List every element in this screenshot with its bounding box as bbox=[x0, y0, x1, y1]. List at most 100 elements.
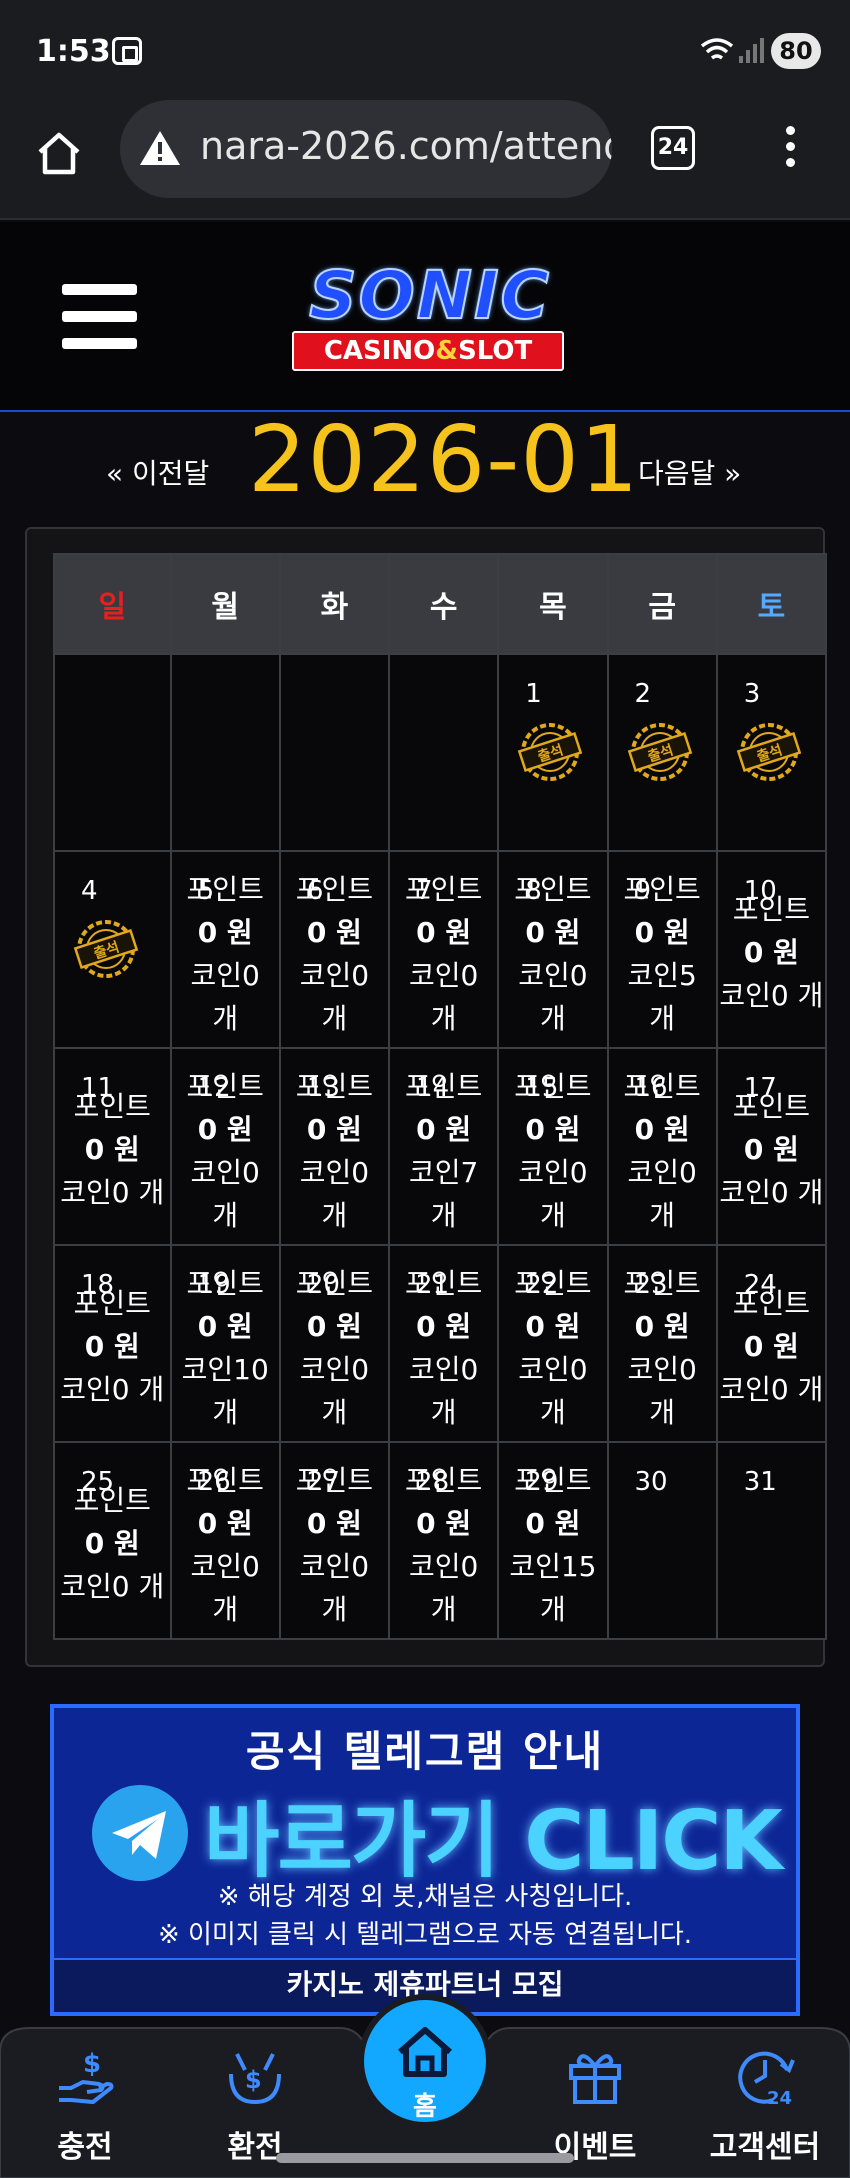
day-reward-info: 포인트 0 원 코인0 개 bbox=[609, 1065, 716, 1237]
calendar-day-cell: 11 포인트 0 원 코인0 개 bbox=[53, 1047, 172, 1246]
point-won: 0 원 bbox=[525, 916, 581, 949]
url-text[interactable]: nara-2026.com/attend bbox=[200, 124, 612, 168]
day-reward-info: 포인트 0 원 코인0 개 bbox=[609, 1262, 716, 1434]
point-won: 0 원 bbox=[743, 936, 799, 969]
calendar-day-cell: 25 포인트 0 원 코인0 개 bbox=[53, 1441, 172, 1640]
point-label: 포인트 bbox=[514, 1267, 592, 1300]
nav-exchange[interactable]: $ 환전 bbox=[190, 2022, 320, 2172]
deposit-icon: $ bbox=[59, 2049, 114, 2105]
day-reward-info: 포인트 0 원 코인0 개 bbox=[718, 888, 825, 1017]
browser-toolbar: nara-2026.com/attend 24 bbox=[0, 100, 850, 220]
browser-menu-icon[interactable] bbox=[780, 126, 800, 176]
coin-unit: 개 bbox=[212, 1593, 239, 1626]
point-won: 0 원 bbox=[634, 1310, 690, 1343]
hamburger-menu-icon[interactable] bbox=[62, 284, 137, 350]
tab-switcher-button[interactable]: 24 bbox=[651, 126, 695, 170]
point-label: 포인트 bbox=[186, 1070, 264, 1103]
attendance-calendar-panel: 일월화수목금토 1 출석 2 출석 3 출석 4 출석 5 포인트 0 원 코인0 개 6 포인트 0 원 코인… bbox=[25, 527, 828, 1667]
weekday-header: 토 bbox=[715, 553, 828, 655]
point-label: 포인트 bbox=[514, 873, 592, 906]
coin-count: 코인0 bbox=[518, 959, 588, 992]
browser-home-icon[interactable] bbox=[34, 128, 84, 178]
coin-count: 코인0 bbox=[190, 1156, 260, 1189]
prev-month-link[interactable]: « 이전달 bbox=[106, 452, 209, 492]
not-secure-warning-icon[interactable] bbox=[138, 128, 182, 168]
attendance-stamp-icon: 출석 bbox=[627, 723, 692, 781]
nav-home[interactable]: 홈 bbox=[358, 1994, 492, 2128]
coin-count: 코인0 bbox=[627, 1156, 697, 1189]
weekday-header: 화 bbox=[278, 553, 391, 655]
address-bar[interactable]: nara-2026.com/attend bbox=[120, 100, 612, 198]
telegram-banner[interactable]: 공식 텔레그램 안내 바로가기 CLICK ※ 해당 계정 외 봇,채널은 사칭… bbox=[50, 1704, 800, 2016]
point-label: 포인트 bbox=[73, 1287, 151, 1320]
point-won: 0 원 bbox=[84, 1133, 140, 1166]
nav-support[interactable]: 24 고객센터 bbox=[700, 2022, 830, 2172]
calendar-day-cell: 12 포인트 0 원 코인0 개 bbox=[169, 1047, 281, 1246]
logo-sub-text: CASINO&SLOT bbox=[292, 331, 564, 371]
banner-notice-2: ※ 이미지 클릭 시 텔레그램으로 자동 연결됩니다. bbox=[157, 1920, 693, 1950]
point-won: 0 원 bbox=[416, 1310, 472, 1343]
calendar-day-cell: 5 포인트 0 원 코인0 개 bbox=[169, 850, 281, 1049]
day-reward-info: 포인트 0 원 코인15 개 bbox=[499, 1459, 606, 1631]
point-label: 포인트 bbox=[295, 1070, 374, 1103]
calendar-week-row: 1 출석 2 출석 3 출석 bbox=[53, 653, 828, 852]
calendar-day-cell: 17 포인트 0 원 코인0 개 bbox=[715, 1047, 828, 1246]
calendar-day-cell: 31 bbox=[715, 1441, 828, 1640]
point-label: 포인트 bbox=[405, 1464, 483, 1497]
calendar-day-cell: 16 포인트 0 원 코인0 개 bbox=[606, 1047, 718, 1246]
coin-count: 코인0 bbox=[190, 959, 260, 992]
nav-event[interactable]: 이벤트 bbox=[530, 2022, 660, 2172]
coin-count: 코인0 bbox=[299, 959, 370, 992]
coin-count: 코인5 bbox=[627, 959, 697, 992]
coin-unit: 개 bbox=[540, 1002, 566, 1035]
calendar-day-cell: 13 포인트 0 원 코인0 개 bbox=[278, 1047, 391, 1246]
day-reward-info: 포인트 0 원 코인0 개 bbox=[281, 1262, 388, 1434]
calendar-day-cell: 18 포인트 0 원 코인0 개 bbox=[53, 1244, 172, 1443]
coin-unit: 개 bbox=[212, 1396, 239, 1429]
point-won: 0 원 bbox=[197, 916, 253, 949]
weekday-header: 수 bbox=[388, 553, 500, 655]
nav-deposit[interactable]: $ 충전 bbox=[20, 2022, 150, 2172]
calendar-week-row: 11 포인트 0 원 코인0 개 12 포인트 0 원 코인0 개 13 포인트 0 원 코인0 개 14 포… bbox=[53, 1047, 828, 1246]
calendar-day-cell: 20 포인트 0 원 코인0 개 bbox=[278, 1244, 391, 1443]
day-reward-info: 포인트 0 원 코인0 개 bbox=[172, 868, 279, 1040]
day-reward-info: 포인트 0 원 코인7 개 bbox=[390, 1065, 497, 1237]
calendar-day-cell: 28 포인트 0 원 코인0 개 bbox=[388, 1441, 500, 1640]
logo-sub-right: SLOT bbox=[457, 336, 533, 366]
day-number: 3 bbox=[743, 679, 761, 709]
svg-text:24: 24 bbox=[767, 2088, 792, 2108]
gesture-navigation-bar[interactable] bbox=[276, 2153, 574, 2163]
coin-count: 코인0 bbox=[408, 1353, 479, 1386]
site-logo[interactable]: SONIC CASINO&SLOT bbox=[270, 256, 590, 377]
calendar-day-cell: 10 포인트 0 원 코인0 개 bbox=[715, 850, 828, 1049]
calendar-day-cell bbox=[388, 653, 500, 852]
svg-text:$: $ bbox=[83, 2049, 101, 2079]
day-reward-info: 포인트 0 원 코인0 개 bbox=[718, 1282, 825, 1411]
coin-unit: 개 bbox=[649, 1396, 676, 1429]
calendar-day-cell: 23 포인트 0 원 코인0 개 bbox=[606, 1244, 718, 1443]
calendar-week-row: 4 출석 5 포인트 0 원 코인0 개 6 포인트 0 원 코인0 개 7 포인트 0 원 코인0 개 8 포인트… bbox=[53, 850, 828, 1049]
battery-indicator: 80 bbox=[771, 33, 821, 69]
coin-unit: 개 bbox=[430, 1396, 457, 1429]
point-label: 포인트 bbox=[732, 893, 811, 926]
day-reward-info: 포인트 0 원 코인0 개 bbox=[281, 868, 388, 1040]
gift-icon bbox=[569, 2054, 621, 2104]
svg-text:$: $ bbox=[245, 2066, 262, 2094]
day-reward-info: 포인트 0 원 코인0 개 bbox=[499, 1065, 606, 1237]
coin-count: 코인0 bbox=[408, 1550, 479, 1583]
calendar-day-cell: 7 포인트 0 원 코인0 개 bbox=[388, 850, 500, 1049]
point-won: 0 원 bbox=[84, 1330, 140, 1363]
coin-count: 코인0 bbox=[299, 1550, 370, 1583]
coin-unit: 개 bbox=[430, 1593, 457, 1626]
calendar-week-row: 18 포인트 0 원 코인0 개 19 포인트 0 원 코인10 개 20 포인트 0 원 코인0 개 21… bbox=[53, 1244, 828, 1443]
day-reward-info: 포인트 0 원 코인5 개 bbox=[609, 868, 716, 1040]
coin-count: 코인0 bbox=[518, 1353, 588, 1386]
point-label: 포인트 bbox=[623, 1070, 701, 1103]
logo-sub-left: CASINO bbox=[323, 336, 436, 366]
point-won: 0 원 bbox=[416, 1507, 472, 1540]
coin-count: 코인0 bbox=[299, 1156, 370, 1189]
point-won: 0 원 bbox=[525, 1507, 581, 1540]
calendar-day-cell: 14 포인트 0 원 코인7 개 bbox=[388, 1047, 500, 1246]
next-month-link[interactable]: 다음달 » bbox=[638, 452, 741, 492]
coin-unit: 개 bbox=[212, 1199, 239, 1232]
